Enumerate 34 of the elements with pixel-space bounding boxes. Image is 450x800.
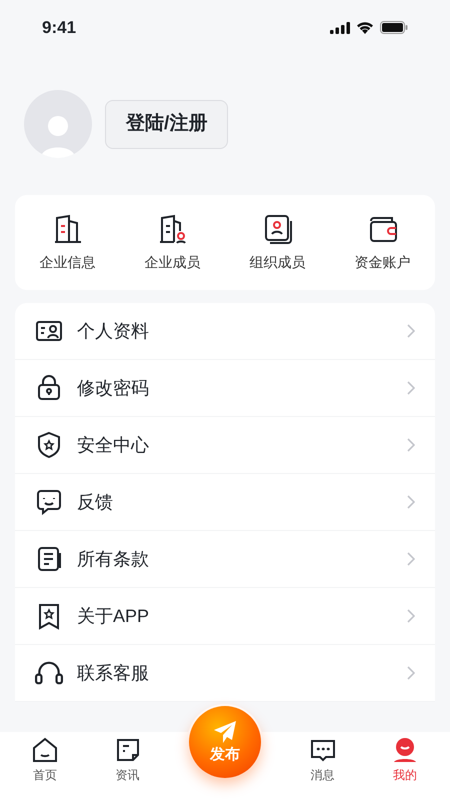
status-time: 9:41 — [42, 16, 76, 39]
chat-icon — [35, 488, 63, 516]
signal-icon — [330, 22, 350, 34]
chevron-right-icon — [407, 495, 415, 509]
menu-item[interactable]: 反馈 — [15, 474, 435, 531]
tab[interactable]: 我的 — [375, 736, 435, 784]
chevron-right-icon — [407, 552, 415, 566]
home-icon — [31, 736, 59, 764]
headset-icon — [35, 659, 63, 687]
paper-plane-icon — [212, 720, 238, 744]
quick-action[interactable]: 组织成员 — [225, 212, 330, 272]
quick-action[interactable]: 企业信息 — [15, 212, 120, 272]
quick-action[interactable]: 企业成员 — [120, 212, 225, 272]
menu-item[interactable]: 修改密码 — [15, 360, 435, 417]
menu-item[interactable]: 所有条款 — [15, 531, 435, 588]
tab[interactable]: 首页 — [15, 736, 75, 784]
menu-item[interactable]: 关于APP — [15, 588, 435, 645]
lock-icon — [35, 374, 63, 402]
chevron-right-icon — [407, 609, 415, 623]
tab[interactable]: 消息 — [292, 736, 352, 784]
document-icon — [35, 545, 63, 573]
menu-item[interactable]: 安全中心 — [15, 417, 435, 474]
chevron-right-icon — [407, 438, 415, 452]
battery-icon — [380, 21, 408, 34]
shield-icon — [35, 431, 63, 459]
tab[interactable]: 资讯 — [98, 736, 158, 784]
quick-action[interactable]: 资金账户 — [330, 212, 435, 272]
chevron-right-icon — [407, 381, 415, 395]
menu-item[interactable]: 联系客服 — [15, 645, 435, 702]
chevron-right-icon — [407, 324, 415, 338]
login-button[interactable]: 登陆/注册 — [105, 100, 228, 148]
chevron-right-icon — [407, 666, 415, 680]
menu-item[interactable]: 个人资料 — [15, 303, 435, 360]
wifi-icon — [356, 21, 374, 34]
